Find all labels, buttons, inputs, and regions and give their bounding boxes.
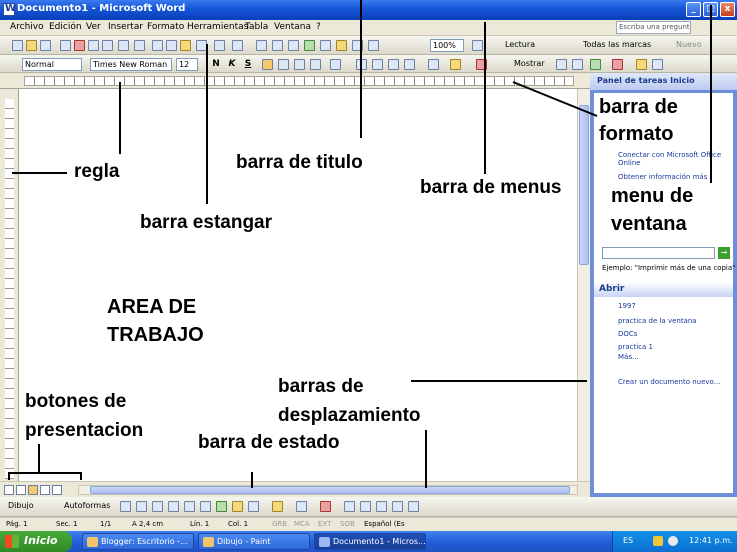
label-barra-formato-2: formato — [599, 123, 674, 145]
label-barra-estado: barra de estado — [198, 432, 340, 453]
label-barras-desp-1: barras de — [278, 376, 364, 397]
label-barra-menus: barra de menus — [420, 177, 562, 198]
label-area-2: TRABAJO — [107, 324, 204, 346]
format-pointer-line — [512, 81, 598, 117]
label-barras-desp-2: desplazamiento — [278, 405, 421, 426]
annotation-lines — [512, 81, 598, 117]
label-menu-ventana-1: menu de — [611, 185, 694, 207]
label-barra-estandar: barra estangar — [140, 212, 273, 233]
label-barra-formato-1: barra de — [599, 96, 678, 118]
label-barra-titulo: barra de titulo — [236, 152, 363, 173]
label-regla: regla — [74, 161, 120, 182]
label-botones-1: botones de — [25, 391, 127, 412]
label-area-1: AREA DE — [107, 296, 197, 318]
label-menu-ventana-2: ventana — [611, 213, 687, 235]
label-botones-2: presentacion — [25, 420, 144, 441]
